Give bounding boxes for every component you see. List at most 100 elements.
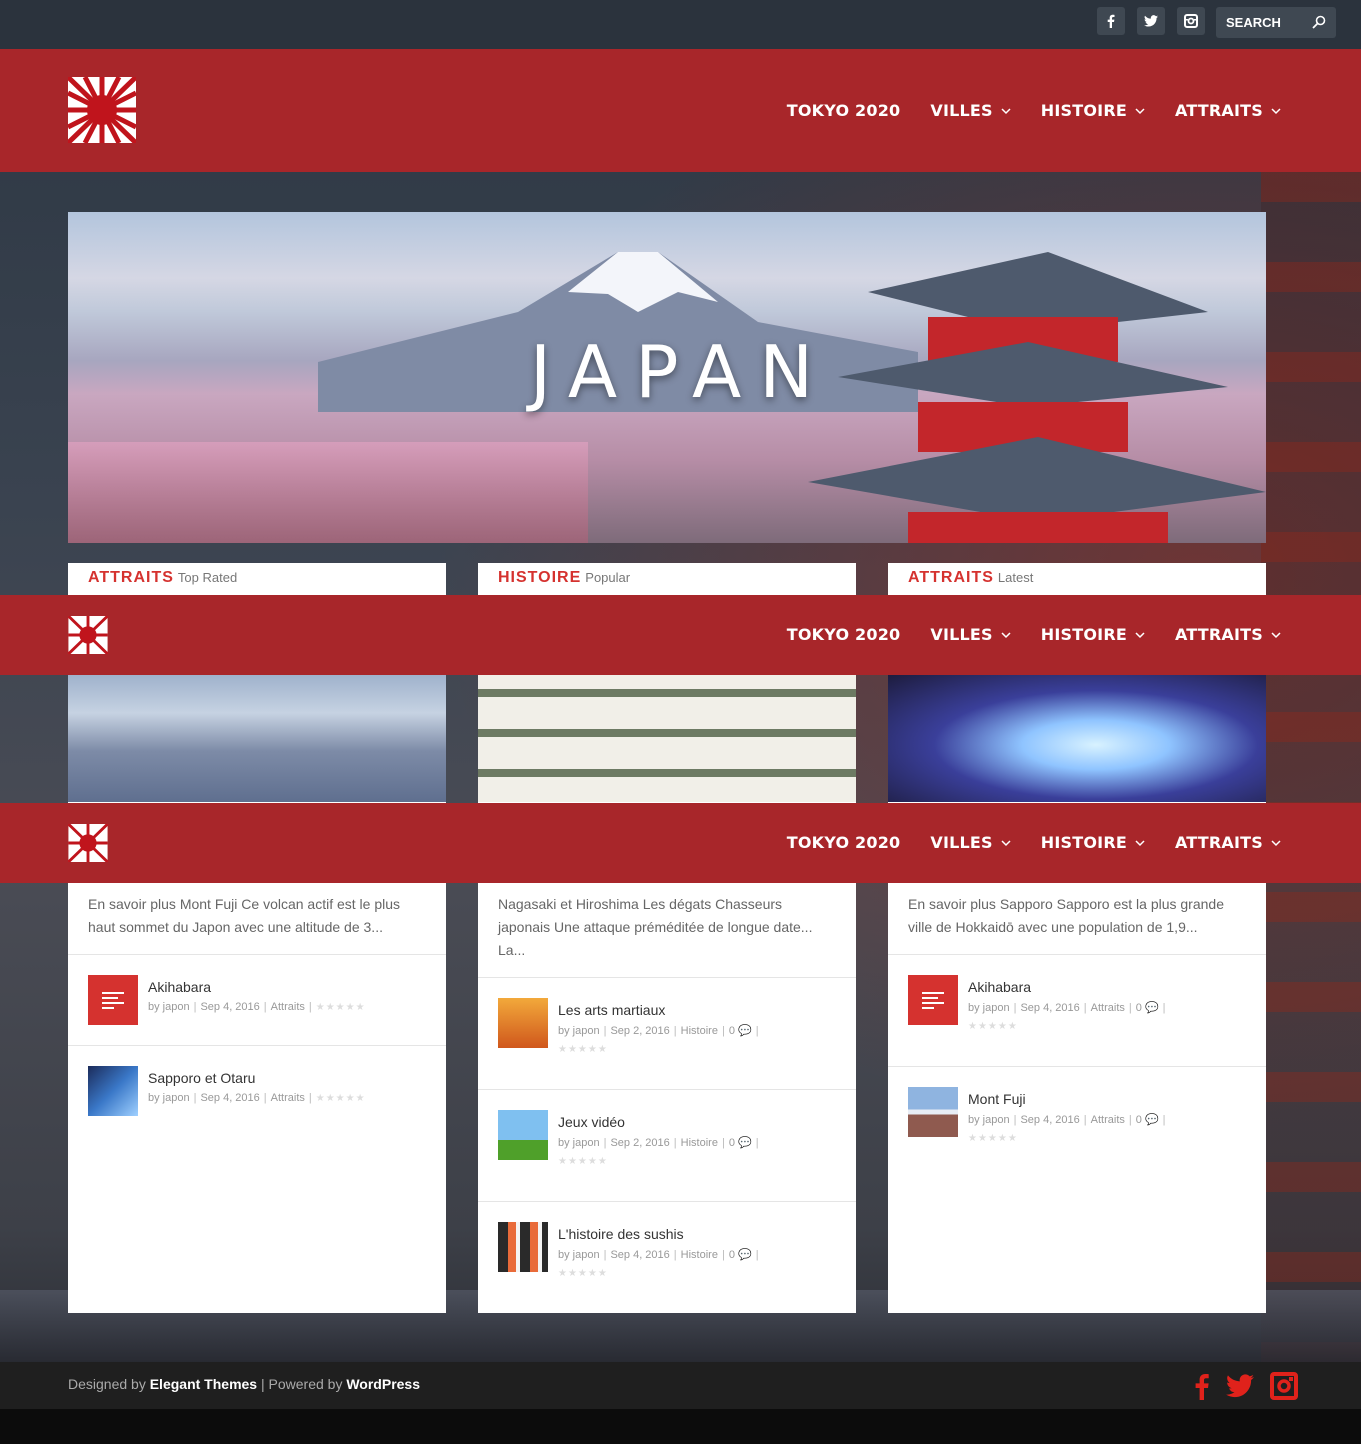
post-author[interactable]: by japon: [968, 1114, 1010, 1126]
bottom-bar: [0, 1409, 1361, 1444]
list-item[interactable]: Akihabara by japon | Sep 4, 2016 | Attraits |…: [88, 975, 428, 1025]
post-author[interactable]: by japon: [148, 1092, 190, 1104]
thumbnail[interactable]: [88, 1066, 138, 1116]
comment-count[interactable]: 0: [729, 1249, 735, 1261]
post-date: Sep 4, 2016: [200, 1001, 260, 1013]
comment-count[interactable]: 0: [729, 1025, 735, 1037]
card-header: ATTRAITS Top Rated: [68, 563, 446, 595]
nav-label: ATTRAITS: [1174, 101, 1263, 120]
post-title[interactable]: Akihabara: [968, 979, 1031, 995]
post-category[interactable]: Attraits: [271, 1092, 305, 1104]
nav-tokyo-2020[interactable]: TOKYO 2020: [787, 625, 901, 644]
post-title[interactable]: Akihabara: [148, 979, 211, 995]
footer-designer-link[interactable]: Elegant Themes: [150, 1376, 257, 1392]
nav-label: TOKYO 2020: [786, 625, 901, 644]
list-item[interactable]: L'histoire des sushis by japon | Sep 4, 20…: [498, 1222, 838, 1288]
twitter-icon[interactable]: [1226, 1372, 1254, 1400]
nav-villes[interactable]: VILLES: [930, 101, 1011, 120]
post-title[interactable]: Les arts martiaux: [558, 1002, 665, 1018]
facebook-link[interactable]: [1097, 7, 1125, 35]
rising-sun-logo[interactable]: [68, 616, 108, 654]
nav-tokyo-2020[interactable]: TOKYO 2020: [787, 101, 901, 120]
post-title[interactable]: Jeux vidéo: [558, 1114, 625, 1130]
nav-tokyo-2020[interactable]: TOKYO 2020: [787, 833, 901, 852]
post-author[interactable]: by japon: [558, 1137, 600, 1149]
featured-image[interactable]: [68, 675, 446, 802]
list-item[interactable]: Akihabara by japon | Sep 4, 2016 | Attraits |…: [908, 975, 1248, 1041]
post-title[interactable]: Mont Fuji: [968, 1091, 1026, 1107]
featured-image[interactable]: [888, 675, 1266, 802]
post-author[interactable]: by japon: [558, 1025, 600, 1037]
card-excerpt: En savoir plus Mont Fuji Ce volcan actif…: [88, 896, 401, 935]
rating-stars: ★★★★★: [558, 1044, 608, 1055]
nav-villes[interactable]: VILLES: [930, 625, 1011, 644]
post-meta: by japon | Sep 2, 2016 | Histoire | 0 💬 |: [558, 1137, 759, 1149]
thumbnail[interactable]: [498, 998, 548, 1048]
card-tab[interactable]: Latest: [998, 570, 1033, 585]
card-header: ATTRAITS Latest: [888, 563, 1266, 595]
card-category[interactable]: ATTRAITS: [908, 569, 994, 586]
post-category[interactable]: Attraits: [271, 1001, 305, 1013]
thumbnail[interactable]: [498, 1222, 548, 1272]
post-category[interactable]: Attraits: [1091, 1002, 1125, 1014]
rising-sun-logo[interactable]: [68, 77, 136, 143]
post-category[interactable]: Histoire: [681, 1025, 718, 1037]
post-category[interactable]: Histoire: [681, 1249, 718, 1261]
rising-sun-logo[interactable]: [68, 824, 108, 862]
top-bar: [0, 0, 1361, 49]
category-card-attraits-top-rated: ATTRAITS Top Rated En savoir plus Mont Fu…: [68, 563, 446, 1313]
comment-icon: 💬: [738, 1025, 752, 1037]
card-category[interactable]: ATTRAITS: [88, 569, 174, 586]
thumbnail[interactable]: [908, 1087, 958, 1137]
comment-count[interactable]: 0: [729, 1137, 735, 1149]
card-excerpt: En savoir plus Sapporo Sapporo est la pl…: [908, 896, 1224, 935]
comment-icon: 💬: [1144, 1114, 1159, 1126]
nav-histoire[interactable]: HISTOIRE: [1041, 625, 1145, 644]
nav-histoire[interactable]: HISTOIRE: [1041, 833, 1145, 852]
rating-stars: ★★★★★: [315, 1093, 366, 1104]
post-title[interactable]: Sapporo et Otaru: [148, 1070, 255, 1086]
post-author[interactable]: by japon: [148, 1001, 190, 1013]
nav-histoire[interactable]: HISTOIRE: [1041, 101, 1145, 120]
post-meta: by japon | Sep 4, 2016 | Attraits | 0 💬 |: [968, 1114, 1166, 1126]
nav-label: TOKYO 2020: [786, 101, 901, 120]
list-item[interactable]: Les arts martiaux by japon | Sep 2, 2016 | H…: [498, 998, 838, 1064]
chevron-down-icon: [1135, 839, 1145, 846]
post-category[interactable]: Histoire: [681, 1137, 718, 1149]
thumbnail[interactable]: [498, 1110, 548, 1160]
chevron-down-icon: [1271, 631, 1281, 638]
rating-stars: ★★★★★: [558, 1156, 608, 1167]
featured-image[interactable]: [478, 675, 856, 802]
thumbnail[interactable]: [908, 975, 958, 1025]
search-icon[interactable]: [1312, 15, 1326, 29]
list-item[interactable]: Jeux vidéo by japon | Sep 2, 2016 | Histoire…: [498, 1110, 838, 1176]
thumbnail[interactable]: [88, 975, 138, 1025]
post-author[interactable]: by japon: [558, 1249, 600, 1261]
card-tab[interactable]: Top Rated: [178, 570, 237, 585]
post-category[interactable]: Attraits: [1091, 1114, 1125, 1126]
list-item[interactable]: Sapporo et Otaru by japon | Sep 4, 2016 | At…: [88, 1066, 428, 1116]
footer-powered-by: Powered by: [268, 1376, 343, 1392]
list-item[interactable]: Mont Fuji by japon | Sep 4, 2016 | Attraits |…: [908, 1087, 1248, 1153]
chevron-down-icon: [1135, 107, 1145, 114]
nav-attraits[interactable]: ATTRAITS: [1175, 101, 1281, 120]
footer-platform-link[interactable]: WordPress: [346, 1376, 420, 1392]
facebook-icon[interactable]: [1188, 1372, 1216, 1400]
nav-attraits[interactable]: ATTRAITS: [1175, 833, 1281, 852]
twitter-link[interactable]: [1137, 7, 1165, 35]
post-author[interactable]: by japon: [968, 1002, 1010, 1014]
card-tab[interactable]: Popular: [585, 570, 630, 585]
instagram-link[interactable]: [1177, 7, 1205, 35]
post-date: Sep 4, 2016: [1020, 1114, 1080, 1126]
comment-count[interactable]: 0: [1136, 1114, 1142, 1126]
card-header: HISTOIRE Popular: [478, 563, 856, 595]
post-title[interactable]: L'histoire des sushis: [558, 1226, 684, 1242]
instagram-icon[interactable]: [1270, 1372, 1298, 1400]
nav-attraits[interactable]: ATTRAITS: [1175, 625, 1281, 644]
card-category[interactable]: HISTOIRE: [498, 569, 581, 586]
cherry-blossoms-image: [68, 442, 588, 543]
main-nav: TOKYO 2020 VILLES HISTOIRE ATTRAITS: [757, 625, 1281, 644]
search-input[interactable]: [1216, 7, 1311, 38]
comment-count[interactable]: 0: [1136, 1002, 1142, 1014]
nav-villes[interactable]: VILLES: [930, 833, 1011, 852]
